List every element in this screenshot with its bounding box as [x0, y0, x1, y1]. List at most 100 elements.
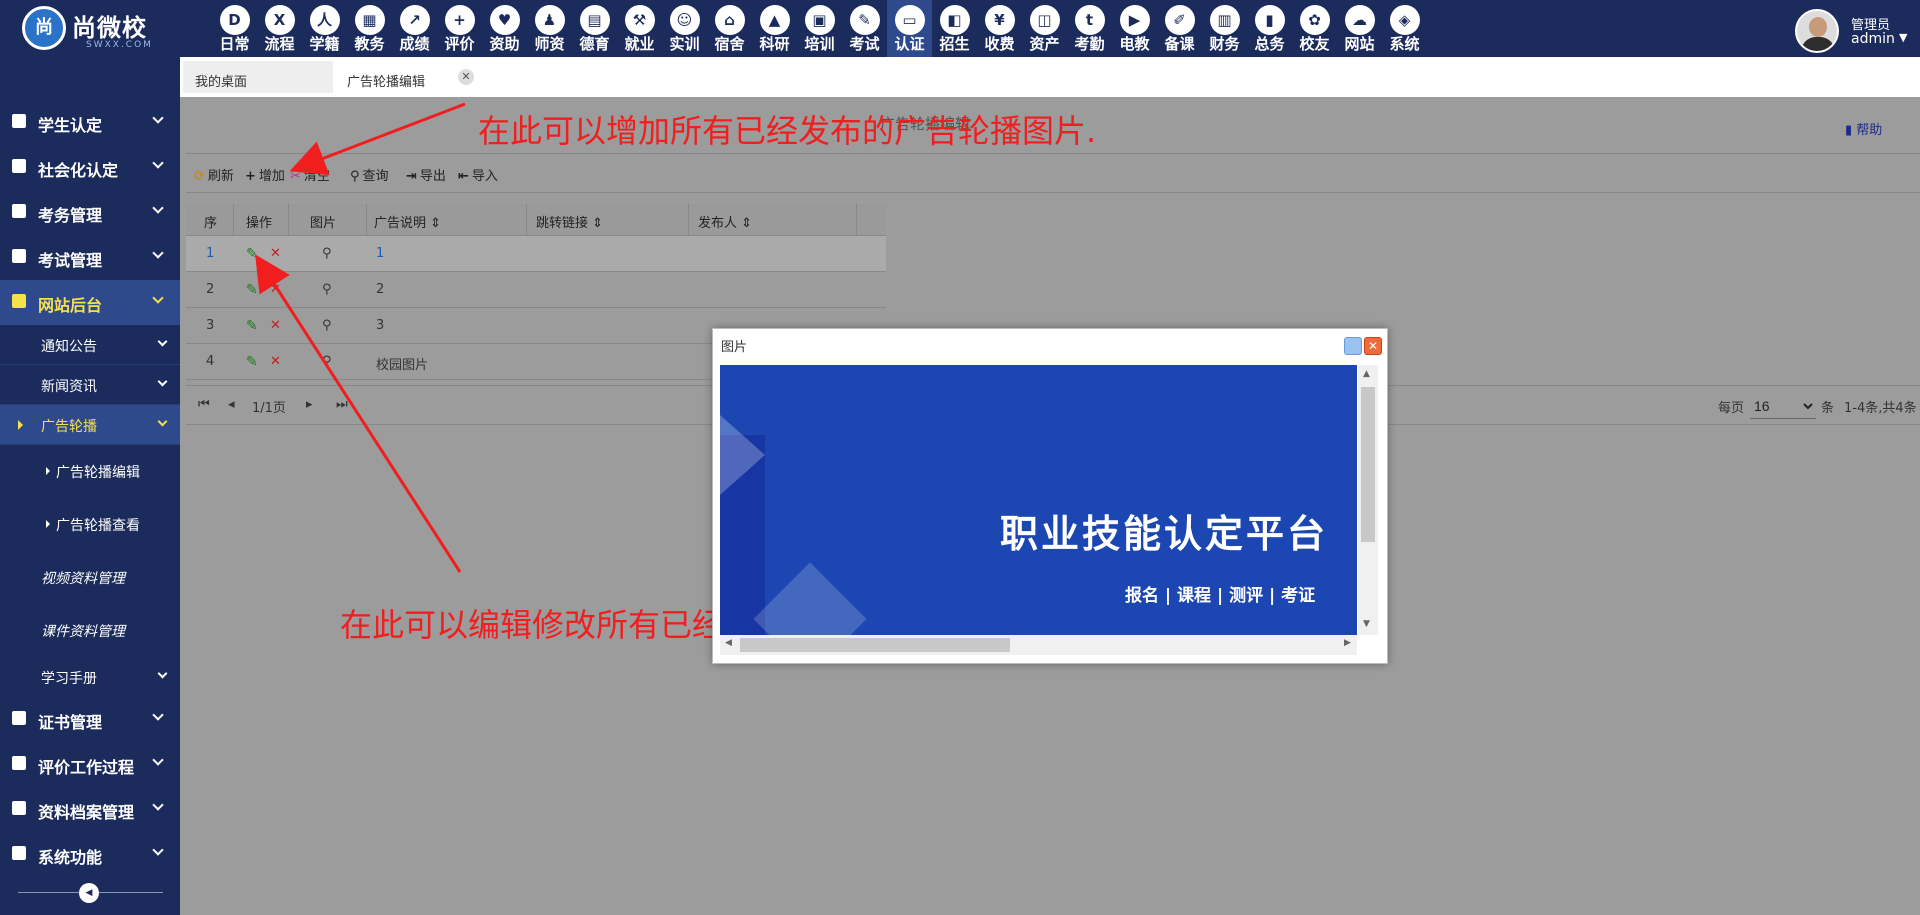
- sidebar-item-student-cert[interactable]: 学生认定: [0, 100, 180, 145]
- prev-page-icon[interactable]: ◂: [228, 397, 235, 412]
- refresh-button[interactable]: ⟳ 刷新: [194, 165, 234, 184]
- sidebar-sub-label: 广告轮播查看: [56, 518, 140, 534]
- nav-item-0[interactable]: D 日常: [212, 0, 257, 57]
- edit-icon[interactable]: ✎: [246, 246, 258, 262]
- nav-item-1[interactable]: X 流程: [257, 0, 302, 57]
- sidebar-item-label: 系统功能: [38, 848, 103, 867]
- nav-item-7[interactable]: ♟ 师资: [527, 0, 572, 57]
- sidebar-item-website-admin[interactable]: 网站后台: [0, 280, 180, 325]
- clear-button[interactable]: ✂ 清空: [290, 165, 330, 184]
- nav-item-14[interactable]: ✎ 考试: [842, 0, 887, 57]
- sidebar-item-evaluation-process[interactable]: 评价工作过程: [0, 742, 180, 787]
- nav-item-22[interactable]: ▥ 财务: [1202, 0, 1247, 57]
- nav-item-6[interactable]: ♥ 资助: [482, 0, 527, 57]
- col-header-link[interactable]: 跳转链接 ⇕: [536, 212, 603, 231]
- last-page-icon[interactable]: ⏭: [336, 397, 348, 412]
- user-name[interactable]: admin: [1851, 31, 1895, 47]
- nav-item-16[interactable]: ◧ 招生: [932, 0, 977, 57]
- scroll-right-icon[interactable]: ▶: [1344, 638, 1351, 648]
- help-link[interactable]: ▮ 帮助: [1845, 119, 1882, 138]
- collapse-left-icon[interactable]: ◀: [79, 883, 99, 903]
- sidebar-sub-ad-carousel[interactable]: 广告轮播: [0, 405, 180, 445]
- close-icon[interactable]: ✕: [1364, 337, 1382, 355]
- sidebar-sub-manual[interactable]: 学习手册: [0, 657, 180, 697]
- nav-item-23[interactable]: ▮ 总务: [1247, 0, 1292, 57]
- chevron-down-icon[interactable]: ▼: [1899, 31, 1907, 44]
- nav-item-19[interactable]: t 考勤: [1067, 0, 1112, 57]
- nav-item-3[interactable]: ▦ 教务: [347, 0, 392, 57]
- nav-item-8[interactable]: ▤ 德育: [572, 0, 617, 57]
- delete-icon[interactable]: ✕: [270, 318, 281, 333]
- nav-item-9[interactable]: ⚒ 就业: [617, 0, 662, 57]
- nav-item-13[interactable]: ▣ 培训: [797, 0, 842, 57]
- export-button[interactable]: ⇥ 导出: [406, 165, 446, 184]
- search-icon[interactable]: ⚲: [322, 282, 332, 297]
- sidebar-item-exam-affairs[interactable]: 考务管理: [0, 190, 180, 235]
- maximize-icon[interactable]: [1344, 337, 1362, 355]
- nav-item-20[interactable]: ▶ 电教: [1112, 0, 1157, 57]
- scroll-up-icon[interactable]: ▲: [1363, 369, 1370, 379]
- scroll-thumb[interactable]: [740, 638, 1010, 652]
- nav-item-2[interactable]: 人学籍: [302, 0, 347, 57]
- sidebar-sub-notices[interactable]: 通知公告: [0, 325, 180, 365]
- scroll-thumb[interactable]: [1361, 387, 1375, 542]
- per-page-select[interactable]: 16: [1750, 393, 1816, 419]
- cell-no: 4: [206, 354, 215, 369]
- close-icon[interactable]: ✕: [458, 69, 474, 85]
- table-row[interactable]: 2 ✎ ✕ ⚲ 2: [186, 272, 886, 308]
- nav-item-11[interactable]: ⌂ 宿舍: [707, 0, 752, 57]
- sidebar-sub2-carousel-edit[interactable]: 广告轮播编辑: [0, 445, 180, 498]
- app-logo[interactable]: 尚 尚微校 SWXX.COM: [22, 6, 172, 52]
- cloud-icon: [12, 159, 26, 173]
- nav-item-18[interactable]: ◫ 资产: [1022, 0, 1067, 57]
- delete-icon[interactable]: ✕: [270, 354, 281, 369]
- sidebar-item-certificates[interactable]: 证书管理: [0, 697, 180, 742]
- tab-my-desktop[interactable]: 我的桌面: [183, 61, 333, 93]
- nav-item-15[interactable]: ▭ 认证: [887, 0, 932, 57]
- user-menu[interactable]: 管理员 admin ▼: [1795, 9, 1915, 53]
- avatar[interactable]: [1795, 9, 1839, 53]
- sidebar-sub-news[interactable]: 新闻资讯: [0, 365, 180, 405]
- sidebar-item-archives[interactable]: 资料档案管理: [0, 787, 180, 832]
- add-button[interactable]: + 增加: [245, 165, 285, 184]
- nav-item-12[interactable]: ▲ 科研: [752, 0, 797, 57]
- search-icon[interactable]: ⚲: [322, 318, 332, 333]
- edit-icon[interactable]: ✎: [246, 354, 258, 370]
- nav-item-label: 学籍: [309, 35, 340, 53]
- first-page-icon[interactable]: ⏮: [198, 397, 210, 412]
- sidebar-sub-courseware[interactable]: 课件资料管理: [0, 604, 180, 657]
- edit-icon[interactable]: ✎: [246, 318, 258, 334]
- nav-item-5[interactable]: + 评价: [437, 0, 482, 57]
- sidebar-item-social-cert[interactable]: 社会化认定: [0, 145, 180, 190]
- nav-item-label: 宿舍: [714, 35, 745, 53]
- sidebar-sub2-carousel-view[interactable]: 广告轮播查看: [0, 498, 180, 551]
- horizontal-scrollbar[interactable]: ◀ ▶: [720, 635, 1357, 655]
- nav-item-25[interactable]: ☁ 网站: [1337, 0, 1382, 57]
- next-page-icon[interactable]: ▸: [306, 397, 313, 412]
- nav-item-label: 电教: [1119, 35, 1150, 53]
- sidebar-sub-video-materials[interactable]: 视频资料管理: [0, 551, 180, 604]
- delete-icon[interactable]: ✕: [270, 246, 281, 261]
- delete-icon[interactable]: ✕: [270, 282, 281, 297]
- sidebar-item-exam-management[interactable]: 考试管理: [0, 235, 180, 280]
- import-button[interactable]: ⇤ 导入: [458, 165, 498, 184]
- nav-item-10[interactable]: ☺ 实训: [662, 0, 707, 57]
- search-button[interactable]: ⚲ 查询: [350, 165, 389, 184]
- sidebar-item-system-functions[interactable]: 系统功能: [0, 832, 180, 877]
- edit-icon[interactable]: ✎: [246, 282, 258, 298]
- nav-item-24[interactable]: ✿ 校友: [1292, 0, 1337, 57]
- col-header-publisher[interactable]: 发布人 ⇕: [698, 212, 752, 231]
- search-icon[interactable]: ⚲: [322, 354, 332, 369]
- nav-item-26[interactable]: ◈ 系统: [1382, 0, 1427, 57]
- table-row[interactable]: 1 ✎ ✕ ⚲ 1: [186, 236, 886, 272]
- envelope-icon: [12, 204, 26, 218]
- vertical-scrollbar[interactable]: ▲ ▼: [1358, 365, 1378, 635]
- scroll-left-icon[interactable]: ◀: [725, 638, 732, 648]
- col-header-description[interactable]: 广告说明 ⇕: [374, 212, 441, 231]
- scroll-down-icon[interactable]: ▼: [1363, 619, 1370, 629]
- search-icon[interactable]: ⚲: [322, 246, 332, 261]
- nav-item-4[interactable]: ↗ 成绩: [392, 0, 437, 57]
- nav-item-21[interactable]: ✐ 备课: [1157, 0, 1202, 57]
- module-icon: ▤: [579, 5, 610, 35]
- nav-item-17[interactable]: ¥ 收费: [977, 0, 1022, 57]
